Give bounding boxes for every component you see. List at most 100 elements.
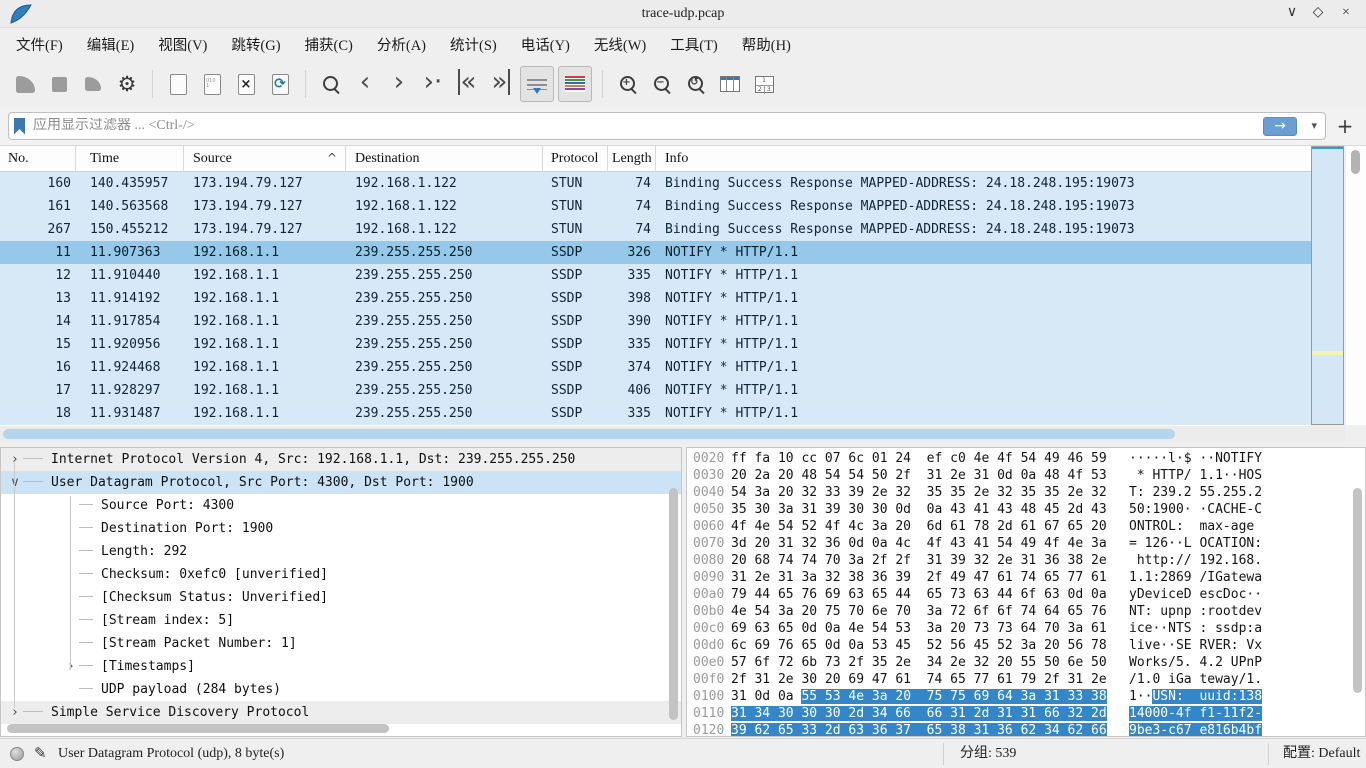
packet-row[interactable]: 13 11.914192 192.168.1.1 239.255.255.250…: [0, 287, 1311, 310]
open-file-icon[interactable]: [163, 67, 193, 101]
scrollbar-thumb[interactable]: [1351, 150, 1360, 174]
menu-tools[interactable]: 工具(T): [658, 30, 730, 59]
hex-row[interactable]: 0110 31 34 30 30 30 2d 34 66 66 31 2d 31…: [687, 705, 1365, 722]
layout-chooser-icon[interactable]: 123: [749, 67, 779, 101]
maximize-icon[interactable]: ◇: [1306, 0, 1330, 28]
menu-help[interactable]: 帮助(H): [730, 30, 803, 59]
packet-row[interactable]: 18 11.931487 192.168.1.1 239.255.255.250…: [0, 402, 1311, 425]
close-icon[interactable]: ×: [1334, 0, 1358, 28]
expert-info-icon[interactable]: [10, 747, 24, 761]
hex-row[interactable]: 0120 39 62 65 33 2d 63 36 37 65 38 31 36…: [687, 722, 1365, 737]
capture-options-icon[interactable]: ⚙: [112, 67, 142, 101]
packet-row[interactable]: 17 11.928297 192.168.1.1 239.255.255.250…: [0, 379, 1311, 402]
column-header-source[interactable]: Source^: [184, 146, 346, 172]
save-file-icon[interactable]: 0101: [197, 67, 227, 101]
packet-row[interactable]: 160 140.435957 173.194.79.127 192.168.1.…: [0, 172, 1311, 195]
detail-row[interactable]: [Stream Packet Number: 1]: [1, 632, 681, 655]
column-header-time[interactable]: Time: [76, 146, 184, 172]
restart-capture-icon[interactable]: [78, 67, 108, 101]
detail-row[interactable]: ∨ User Datagram Protocol, Src Port: 4300…: [1, 471, 681, 494]
close-file-icon[interactable]: ×: [231, 67, 261, 101]
start-capture-icon[interactable]: [10, 67, 40, 101]
packet-row[interactable]: 267 150.455212 173.194.79.127 192.168.1.…: [0, 218, 1311, 241]
bytes-vertical-scrollbar[interactable]: [1353, 486, 1363, 732]
apply-filter-icon[interactable]: →: [1263, 117, 1297, 136]
detail-row[interactable]: [Stream index: 5]: [1, 609, 681, 632]
scrollbar-thumb[interactable]: [7, 724, 389, 733]
go-forward-icon[interactable]: ›: [384, 67, 414, 101]
capture-comment-icon[interactable]: ✎: [34, 744, 47, 762]
detail-row[interactable]: › Simple Service Discovery Protocol: [1, 701, 681, 724]
hex-row[interactable]: 00f0 2f 31 2e 30 20 69 47 61 74 65 77 61…: [687, 671, 1365, 688]
detail-row[interactable]: Checksum: 0xefc0 [unverified]: [1, 563, 681, 586]
hex-row[interactable]: 00d0 6c 69 76 65 0d 0a 53 45 52 56 45 52…: [687, 637, 1365, 654]
scrollbar-thumb[interactable]: [1353, 488, 1362, 693]
auto-scroll-toggle-icon[interactable]: [520, 66, 554, 102]
menu-go[interactable]: 跳转(G): [219, 30, 292, 59]
menu-capture[interactable]: 捕获(C): [293, 30, 365, 59]
hex-row[interactable]: 00a0 79 44 65 76 69 63 65 44 65 73 63 44…: [687, 586, 1365, 603]
hex-row[interactable]: 0060 4f 4e 54 52 4f 4c 3a 20 6d 61 78 2d…: [687, 518, 1365, 535]
packet-row[interactable]: 11 11.907363 192.168.1.1 239.255.255.250…: [0, 241, 1311, 264]
hex-row[interactable]: 0080 20 68 74 74 70 3a 2f 2f 31 39 32 2e…: [687, 552, 1365, 569]
expander-icon[interactable]: ›: [7, 705, 23, 720]
colorize-toggle-icon[interactable]: [558, 66, 592, 102]
go-to-packet-icon[interactable]: ›·: [418, 67, 448, 101]
menu-analyze[interactable]: 分析(A): [365, 30, 438, 59]
menu-view[interactable]: 视图(V): [146, 30, 219, 59]
expander-icon[interactable]: ∨: [7, 475, 23, 490]
packet-list-minimap-scrollbar[interactable]: [1311, 146, 1344, 425]
display-filter-input[interactable]: [25, 118, 1325, 134]
packet-list-vertical-scrollbar[interactable]: [1346, 146, 1366, 425]
display-filter-field[interactable]: → ▾: [8, 112, 1326, 140]
expander-icon[interactable]: ›: [7, 452, 23, 467]
hex-row[interactable]: 00e0 57 6f 72 6b 73 2f 35 2e 34 2e 32 20…: [687, 654, 1365, 671]
resize-columns-icon[interactable]: [715, 67, 745, 101]
hex-row[interactable]: 0040 54 3a 20 32 33 39 2e 32 35 35 2e 32…: [687, 484, 1365, 501]
packet-row[interactable]: 12 11.910440 192.168.1.1 239.255.255.250…: [0, 264, 1311, 287]
reload-file-icon[interactable]: ⟳: [265, 67, 295, 101]
detail-row[interactable]: Source Port: 4300: [1, 494, 681, 517]
packet-row[interactable]: 14 11.917854 192.168.1.1 239.255.255.250…: [0, 310, 1311, 333]
packet-list-horizontal-scrollbar[interactable]: [0, 426, 1345, 442]
zoom-reset-icon[interactable]: ↺: [681, 67, 711, 101]
filter-history-icon[interactable]: ▾: [1311, 119, 1317, 132]
packet-row[interactable]: 16 11.924468 192.168.1.1 239.255.255.250…: [0, 356, 1311, 379]
detail-row[interactable]: › Internet Protocol Version 4, Src: 192.…: [1, 448, 681, 471]
hex-row[interactable]: 0050 35 30 3a 31 39 30 30 0d 0a 43 41 43…: [687, 501, 1365, 518]
detail-row[interactable]: UDP payload (284 bytes): [1, 678, 681, 701]
menu-statistics[interactable]: 统计(S): [438, 30, 509, 59]
menu-wireless[interactable]: 无线(W): [582, 30, 658, 59]
profile-status[interactable]: 配置: Default: [1283, 739, 1360, 768]
find-packet-icon[interactable]: [316, 67, 346, 101]
detail-row[interactable]: › [Timestamps]: [1, 655, 681, 678]
hex-row[interactable]: 0070 3d 20 31 32 36 0d 0a 4c 4f 43 41 54…: [687, 535, 1365, 552]
menu-edit[interactable]: 编辑(E): [75, 30, 147, 59]
detail-row[interactable]: Length: 292: [1, 540, 681, 563]
details-vertical-scrollbar[interactable]: [669, 486, 679, 720]
scrollbar-thumb[interactable]: [669, 488, 678, 720]
minimize-icon[interactable]: ∨: [1280, 0, 1304, 28]
hex-row[interactable]: 00b0 4e 54 3a 20 75 70 6e 70 3a 72 6f 6f…: [687, 603, 1365, 620]
column-header-no[interactable]: No.: [0, 146, 76, 172]
menu-file[interactable]: 文件(F): [4, 30, 75, 59]
go-first-packet-icon[interactable]: «: [452, 67, 482, 101]
hex-row[interactable]: 00c0 69 63 65 0d 0a 4e 54 53 3a 20 73 73…: [687, 620, 1365, 637]
packet-row[interactable]: 161 140.563568 173.194.79.127 192.168.1.…: [0, 195, 1311, 218]
packet-row[interactable]: 15 11.920956 192.168.1.1 239.255.255.250…: [0, 333, 1311, 356]
column-header-destination[interactable]: Destination: [346, 146, 543, 172]
hex-row[interactable]: 0100 31 0d 0a 55 53 4e 3a 20 75 75 69 64…: [687, 688, 1365, 705]
column-header-length[interactable]: Length: [608, 146, 656, 172]
hex-row[interactable]: 0030 20 2a 20 48 54 54 50 2f 31 2e 31 0d…: [687, 467, 1365, 484]
hex-row[interactable]: 0090 31 2e 31 3a 32 38 36 39 2f 49 47 61…: [687, 569, 1365, 586]
menu-telephony[interactable]: 电话(Y): [509, 30, 582, 59]
scrollbar-thumb[interactable]: [3, 429, 1175, 439]
go-last-packet-icon[interactable]: »: [486, 67, 516, 101]
hex-row[interactable]: 0020 ff fa 10 cc 07 6c 01 24 ef c0 4e 4f…: [687, 450, 1365, 467]
filter-bookmark-icon[interactable]: [14, 118, 25, 135]
column-header-protocol[interactable]: Protocol: [543, 146, 608, 172]
zoom-in-icon[interactable]: +: [613, 67, 643, 101]
detail-row[interactable]: Destination Port: 1900: [1, 517, 681, 540]
zoom-out-icon[interactable]: −: [647, 67, 677, 101]
column-header-info[interactable]: Info: [656, 146, 1311, 172]
